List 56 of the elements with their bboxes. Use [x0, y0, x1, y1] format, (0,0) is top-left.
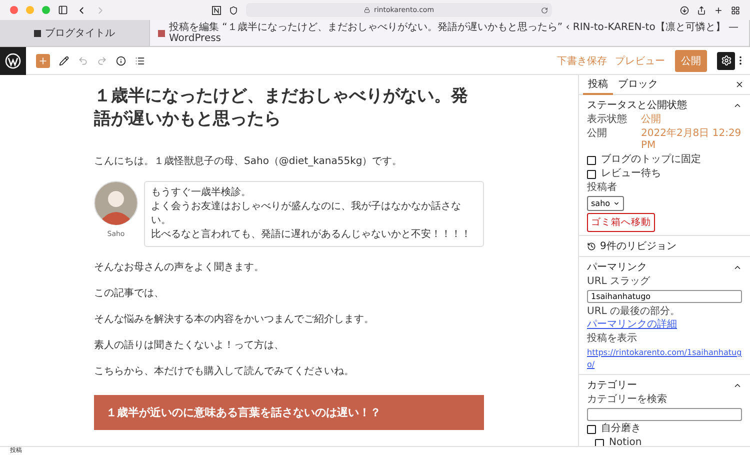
option-checkbox[interactable]: ブログのトップに固定 — [587, 154, 742, 166]
settings-button[interactable] — [717, 52, 735, 70]
chevron-down-icon — [613, 200, 620, 207]
paragraph-text: こちらから、本だけでも購入して読んでみてくださいね。 — [94, 365, 355, 378]
paragraph-text: 素人の語りは聞きたくないよ！って方は、 — [94, 339, 285, 352]
pencil-icon[interactable] — [59, 56, 69, 66]
info-icon[interactable] — [116, 56, 126, 66]
speech-bubble: もうすぐ一歳半検診。 よく会うお友達はおしゃべりが盛んなのに、我が子はなかなか話さない。 比べるなと言われても、発語に遅れがあるんじゃないかと不安！！！！ — [144, 181, 484, 247]
section-heading: １歳半が近いのに意味ある言葉を話さないのは遅い！？ — [94, 395, 484, 430]
add-block-button[interactable] — [36, 54, 50, 68]
field-label: 投稿を表示 — [587, 333, 638, 345]
option-checkbox[interactable]: レビュー待ち — [587, 168, 742, 180]
sidebar-tab[interactable]: ブロック — [613, 75, 663, 94]
field-label: カテゴリーを検索 — [587, 394, 668, 406]
plus-icon — [38, 56, 48, 66]
panel-header[interactable]: カテゴリー — [587, 378, 742, 392]
slug-input[interactable]: 1saihanhatugo — [587, 290, 742, 303]
field-label: URL スラッグ — [587, 276, 652, 288]
author-select[interactable]: saho — [587, 196, 624, 211]
settings-icon — [720, 55, 732, 66]
page-favicon — [34, 30, 41, 36]
paragraph-text: こんにちは。１歳怪獣息子の母、Saho（@diet_kana55kg）です。 — [94, 155, 404, 168]
field-label: 表示状態 — [587, 114, 628, 126]
trash-button[interactable]: ゴミ箱へ移動 — [587, 213, 655, 232]
panel-header[interactable]: パーマリンク — [587, 260, 742, 274]
list-view-icon[interactable] — [135, 56, 145, 66]
post-url-link[interactable]: https://rintokarento.com/1saihanhatugo/ — [587, 347, 742, 371]
sidebar-toggle-icon[interactable] — [58, 5, 68, 15]
hint-text: URL の最後の部分。 — [587, 306, 680, 317]
permalink-link[interactable]: パーマリンクの詳細 — [587, 319, 677, 330]
browser-tab[interactable]: 投稿を編集 “１歳半になったけど、まだおしゃべりがない。発語が遅いかもと思ったら” ‹ RIN-to-KAREN-to【凛と可憐と】 — WordPress — [150, 20, 750, 46]
paragraph-text: そんなお母さんの声をよく聞きます。 — [94, 261, 265, 274]
field-label: 公開 — [587, 128, 608, 140]
avatar-silhouette-icon — [94, 181, 138, 225]
category-checkbox[interactable]: Notion — [595, 437, 742, 446]
category-search-input[interactable] — [587, 408, 742, 421]
history-icon — [587, 242, 596, 250]
wordpress-logo[interactable] — [0, 46, 26, 74]
close-icon[interactable] — [735, 80, 744, 89]
paragraph-text: そんな悩みを解決する本の内容をかいつまんでご紹介します。 — [94, 313, 375, 326]
page-favicon — [158, 30, 165, 36]
paragraph-text: この記事では、 — [94, 287, 165, 300]
new-tab-icon[interactable] — [714, 6, 723, 14]
shield-icon[interactable] — [229, 6, 238, 14]
category-checkbox[interactable]: 自分磨き — [587, 423, 742, 435]
field-label: 投稿者 — [587, 182, 618, 194]
download-icon[interactable] — [680, 6, 689, 14]
revisions-button[interactable]: 9件のリビジョン — [587, 239, 742, 253]
post-title[interactable]: １歳半になったけど、まだおしゃべりがない。発語が遅いかもと思ったら — [94, 85, 484, 131]
share-icon[interactable] — [697, 6, 706, 14]
sidebar-tab[interactable]: 投稿 — [583, 75, 613, 94]
close-window-icon[interactable] — [10, 6, 18, 14]
panel-header[interactable]: ステータスと公開状態 — [587, 98, 742, 112]
browser-tab[interactable]: ブログタイトル — [0, 20, 150, 46]
tab-overview-icon[interactable] — [731, 6, 740, 14]
notion-icon[interactable] — [212, 6, 221, 14]
